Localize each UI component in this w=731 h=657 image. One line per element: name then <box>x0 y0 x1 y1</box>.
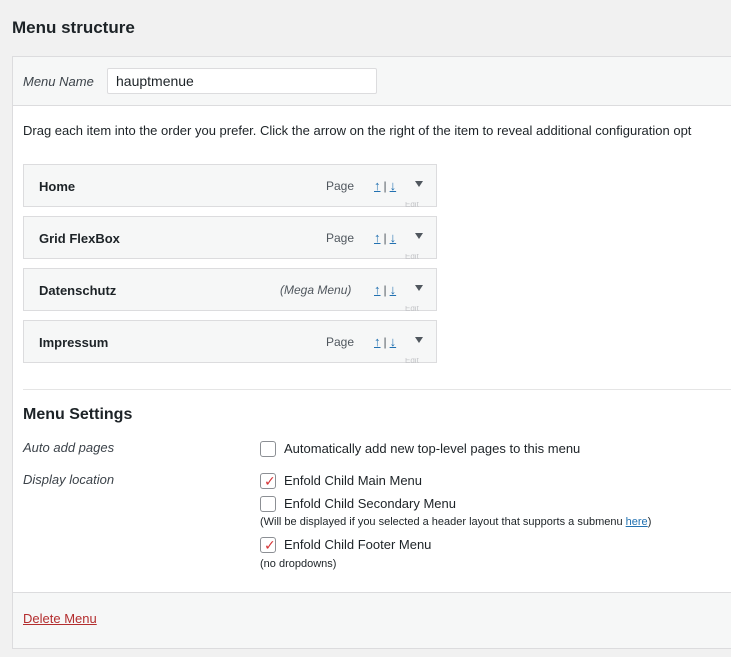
secondary-menu-checkbox[interactable] <box>260 496 276 512</box>
menu-editor-panel: Menu Name Drag each item into the order … <box>12 56 731 649</box>
menu-footer: Delete Menu <box>13 592 731 648</box>
drag-instructions: Drag each item into the order you prefer… <box>23 123 692 138</box>
expand-arrow-icon[interactable] <box>415 233 423 239</box>
secondary-menu-label[interactable]: Enfold Child Secondary Menu <box>284 496 456 511</box>
main-menu-label[interactable]: Enfold Child Main Menu <box>284 473 422 488</box>
menu-item[interactable]: Home Page ↑ | ↓ Edit <box>23 164 437 208</box>
checkmark-icon: ✓ <box>264 537 276 553</box>
edit-label-peek: Edit <box>405 358 419 364</box>
move-down-icon[interactable]: ↓ <box>390 282 397 297</box>
auto-add-checkbox[interactable] <box>260 441 276 457</box>
checkmark-icon: ✓ <box>264 473 276 489</box>
move-controls: ↑ | ↓ <box>374 282 396 297</box>
move-separator: | <box>383 282 387 297</box>
move-down-icon[interactable]: ↓ <box>390 230 397 245</box>
move-separator: | <box>383 334 387 349</box>
menu-item-type: Page <box>326 179 355 193</box>
move-separator: | <box>383 178 387 193</box>
secondary-note-end: ) <box>647 516 652 528</box>
menu-item-title: Grid FlexBox <box>39 231 120 246</box>
menu-item-title: Datenschutz <box>39 283 117 298</box>
move-separator: | <box>383 230 387 245</box>
move-down-icon[interactable]: ↓ <box>390 178 397 193</box>
menu-settings-title: Menu Settings <box>23 406 133 423</box>
auto-add-option-label[interactable]: Automatically add new top-level pages to… <box>284 441 580 456</box>
menu-item-type: Page <box>326 231 355 245</box>
edit-label-peek: Edit <box>405 254 419 260</box>
menu-item-type: (Mega Menu) <box>280 283 352 297</box>
footer-menu-checkbox[interactable]: ✓ <box>260 537 276 553</box>
move-controls: ↑ | ↓ <box>374 230 396 245</box>
submenu-help-link[interactable]: here <box>626 516 648 528</box>
move-controls: ↑ | ↓ <box>374 334 396 349</box>
expand-arrow-icon[interactable] <box>415 181 423 187</box>
section-divider <box>23 389 731 390</box>
edit-label-peek: Edit <box>405 306 419 312</box>
secondary-menu-note: (Will be displayed if you selected a hea… <box>260 516 651 528</box>
display-location-label: Display location <box>23 472 115 487</box>
delete-menu-link[interactable]: Delete Menu <box>23 611 97 626</box>
move-up-icon[interactable]: ↑ <box>374 230 381 245</box>
move-up-icon[interactable]: ↑ <box>374 282 381 297</box>
expand-arrow-icon[interactable] <box>415 285 423 291</box>
menu-item[interactable]: Grid FlexBox Page ↑ | ↓ Edit <box>23 216 437 260</box>
move-up-icon[interactable]: ↑ <box>374 334 381 349</box>
menu-name-label: Menu Name <box>23 74 94 89</box>
expand-arrow-icon[interactable] <box>415 337 423 343</box>
menu-name-input[interactable] <box>107 68 377 94</box>
menu-item[interactable]: Datenschutz (Mega Menu) ↑ | ↓ Edit <box>23 268 437 312</box>
main-menu-checkbox[interactable]: ✓ <box>260 473 276 489</box>
menu-header: Menu Name <box>13 57 731 106</box>
move-controls: ↑ | ↓ <box>374 178 396 193</box>
move-down-icon[interactable]: ↓ <box>390 334 397 349</box>
footer-menu-note: (no dropdowns) <box>260 558 337 570</box>
move-up-icon[interactable]: ↑ <box>374 178 381 193</box>
menu-item-title: Home <box>39 179 76 194</box>
auto-add-label: Auto add pages <box>23 440 115 455</box>
secondary-note-text: (Will be displayed if you selected a hea… <box>260 516 626 528</box>
menu-item-type: Page <box>326 335 355 349</box>
menu-item[interactable]: Impressum Page ↑ | ↓ Edit <box>23 320 437 364</box>
menu-item-title: Impressum <box>39 335 109 350</box>
footer-menu-label[interactable]: Enfold Child Footer Menu <box>284 537 431 552</box>
edit-label-peek: Edit <box>405 202 419 208</box>
page-title: Menu structure <box>12 18 135 37</box>
